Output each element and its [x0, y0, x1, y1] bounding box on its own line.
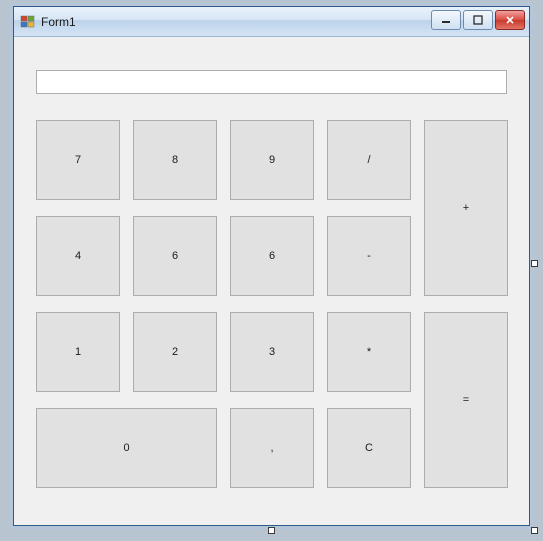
button-6a-label: 6: [172, 250, 178, 262]
maximize-button[interactable]: [463, 10, 493, 30]
resize-handle-bottom[interactable]: [268, 527, 275, 534]
button-1[interactable]: 1: [36, 312, 120, 392]
button-plus-label: +: [463, 202, 469, 214]
form-window: Form1 7 8 9 / +: [13, 6, 530, 526]
button-equals[interactable]: =: [424, 312, 508, 488]
button-4[interactable]: 4: [36, 216, 120, 296]
button-2[interactable]: 2: [133, 312, 217, 392]
button-2-label: 2: [172, 346, 178, 358]
resize-handle-corner[interactable]: [531, 527, 538, 534]
titlebar: Form1: [14, 7, 529, 37]
button-clear-label: C: [365, 442, 373, 454]
button-plus[interactable]: +: [424, 120, 508, 296]
button-decimal[interactable]: ,: [230, 408, 314, 488]
button-equals-label: =: [463, 394, 469, 406]
button-6a[interactable]: 6: [133, 216, 217, 296]
button-1-label: 1: [75, 346, 81, 358]
button-multiply-label: *: [367, 346, 371, 358]
button-multiply[interactable]: *: [327, 312, 411, 392]
button-6b-label: 6: [269, 250, 275, 262]
button-minus-label: -: [367, 250, 371, 262]
button-9-label: 9: [269, 154, 275, 166]
button-7-label: 7: [75, 154, 81, 166]
button-minus[interactable]: -: [327, 216, 411, 296]
resize-handle-right[interactable]: [531, 260, 538, 267]
button-8[interactable]: 8: [133, 120, 217, 200]
button-0[interactable]: 0: [36, 408, 217, 488]
button-divide-label: /: [367, 154, 370, 166]
designer-canvas: Form1 7 8 9 / +: [0, 0, 543, 541]
button-4-label: 4: [75, 250, 81, 262]
button-clear[interactable]: C: [327, 408, 411, 488]
button-divide[interactable]: /: [327, 120, 411, 200]
app-icon: [20, 14, 36, 30]
window-title: Form1: [41, 15, 76, 29]
close-button[interactable]: [495, 10, 525, 30]
button-7[interactable]: 7: [36, 120, 120, 200]
button-3-label: 3: [269, 346, 275, 358]
button-9[interactable]: 9: [230, 120, 314, 200]
client-area: 7 8 9 / + 4 6 6 - 1 2 3 * = 0 , C: [20, 42, 523, 519]
display-input[interactable]: [36, 70, 507, 94]
button-3[interactable]: 3: [230, 312, 314, 392]
button-8-label: 8: [172, 154, 178, 166]
button-6b[interactable]: 6: [230, 216, 314, 296]
minimize-button[interactable]: [431, 10, 461, 30]
button-0-label: 0: [123, 442, 129, 454]
button-decimal-label: ,: [270, 442, 273, 454]
window-controls: [431, 10, 525, 30]
